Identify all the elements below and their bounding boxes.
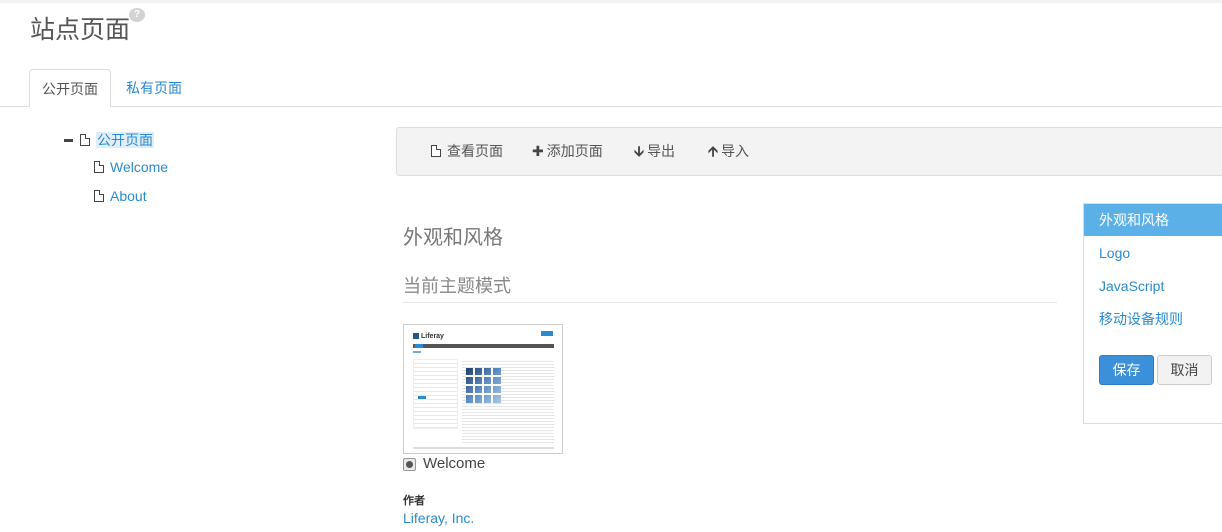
divider bbox=[403, 302, 1057, 303]
document-icon bbox=[94, 190, 104, 202]
subsection-title: 当前主题模式 bbox=[403, 276, 511, 296]
plus-icon: ✚ bbox=[532, 143, 544, 159]
view-page-button[interactable]: 查看页面 bbox=[431, 128, 503, 175]
section-title: 外观和风格 bbox=[403, 227, 503, 249]
tree-node-welcome[interactable]: Welcome bbox=[94, 157, 168, 177]
side-item-mobile-rules[interactable]: 移动设备规则 bbox=[1084, 303, 1222, 335]
side-item-logo[interactable]: Logo bbox=[1084, 237, 1222, 269]
top-divider bbox=[0, 0, 1222, 3]
theme-radio[interactable] bbox=[403, 458, 416, 471]
document-icon bbox=[80, 134, 90, 146]
collapse-icon[interactable] bbox=[64, 139, 73, 142]
help-icon[interactable]: ? bbox=[129, 8, 145, 22]
document-icon bbox=[431, 145, 441, 157]
author-label: 作者 bbox=[403, 495, 425, 507]
view-page-label: 查看页面 bbox=[447, 143, 503, 159]
arrow-up-icon: 🡩 bbox=[708, 143, 719, 159]
thumbnail-image bbox=[466, 368, 501, 403]
export-button[interactable]: 🡫 导出 bbox=[634, 128, 675, 175]
side-item-look-and-feel[interactable]: 外观和风格 bbox=[1084, 204, 1222, 236]
document-icon bbox=[94, 161, 104, 173]
import-label: 导入 bbox=[721, 143, 750, 159]
tree-node-about[interactable]: About bbox=[94, 186, 147, 206]
tree-node-label: Welcome bbox=[110, 159, 169, 175]
tree-node-label: About bbox=[110, 188, 147, 204]
tab-private-pages[interactable]: 私有页面 bbox=[114, 69, 194, 107]
theme-name: Welcome bbox=[423, 455, 486, 472]
tab-public-pages[interactable]: 公开页面 bbox=[29, 69, 111, 107]
import-button[interactable]: 🡩 导入 bbox=[708, 128, 749, 175]
tree-node-label: 公开页面 bbox=[96, 132, 154, 148]
tree-node-public-pages[interactable]: 公开页面 bbox=[80, 130, 154, 150]
side-item-javascript[interactable]: JavaScript bbox=[1084, 270, 1222, 302]
settings-side-panel: 外观和风格 Logo JavaScript 移动设备规则 保存 取消 bbox=[1083, 203, 1222, 424]
page-title: 站点页面 bbox=[30, 16, 131, 44]
thumbnail-breadcrumb bbox=[413, 351, 421, 353]
thumbnail-signin-button bbox=[541, 331, 553, 336]
arrow-down-icon: 🡫 bbox=[634, 143, 645, 159]
add-page-button[interactable]: ✚ 添加页面 bbox=[532, 128, 603, 175]
page-tabs: 公开页面 私有页面 bbox=[0, 69, 1222, 107]
thumbnail-sidebar bbox=[413, 359, 458, 429]
theme-thumbnail[interactable]: Liferay bbox=[403, 324, 563, 454]
thumbnail-brand: Liferay bbox=[413, 333, 444, 340]
page-toolbar: 查看页面 ✚ 添加页面 🡫 导出 🡩 导入 bbox=[396, 127, 1222, 176]
author-link[interactable]: Liferay, Inc. bbox=[403, 510, 474, 526]
thumbnail-navbar bbox=[413, 344, 554, 348]
save-button[interactable]: 保存 bbox=[1099, 355, 1154, 385]
cancel-button[interactable]: 取消 bbox=[1157, 355, 1212, 385]
thumbnail-footer bbox=[413, 447, 554, 449]
export-label: 导出 bbox=[647, 143, 676, 159]
add-page-label: 添加页面 bbox=[546, 143, 603, 159]
